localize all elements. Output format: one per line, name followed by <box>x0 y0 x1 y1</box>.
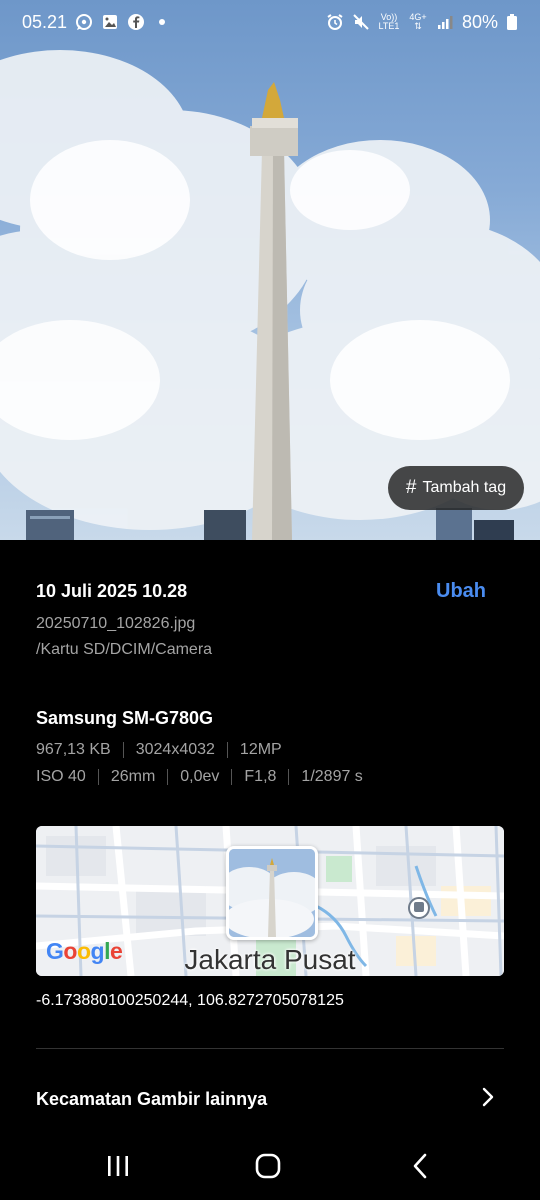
gps-coordinates: -6.173880100250244, 106.8272705078125 <box>36 992 344 1009</box>
signal-icon <box>436 13 454 31</box>
file-path: /Kartu SD/DCIM/Camera <box>36 641 213 658</box>
back-button[interactable] <box>400 1146 440 1186</box>
home-button[interactable] <box>248 1146 288 1186</box>
specs-row-size: 967,13 KB 3024x4032 12MP <box>36 741 504 759</box>
recent-apps-button[interactable] <box>98 1146 138 1186</box>
divider <box>231 769 233 785</box>
photo-datetime: 10 Juli 2025 10.28 <box>36 581 188 601</box>
section-divider <box>36 1048 504 1049</box>
dot-icon <box>153 13 171 31</box>
photo-location-thumbnail[interactable] <box>226 846 318 940</box>
focal-length: 26mm <box>110 768 156 785</box>
divider <box>97 769 99 785</box>
aperture: F1,8 <box>244 768 277 785</box>
4g-icon: 4G+ ⇅ <box>408 13 428 31</box>
recent-apps-icon <box>108 1156 128 1176</box>
megapixels: 12MP <box>239 741 282 758</box>
exposure-value: 0,0ev <box>180 768 220 785</box>
specs-row-exposure: ISO 40 26mm 0,0ev F1,8 1/2897 s <box>36 768 504 786</box>
device-name: Samsung SM-G780G <box>36 708 214 728</box>
file-size: 967,13 KB <box>36 741 111 758</box>
divider <box>288 769 290 785</box>
shutter-speed: 1/2897 s <box>301 768 363 785</box>
hashtag-icon: # <box>405 477 417 498</box>
more-from-location-label: Kecamatan Gambir lainnya <box>36 1088 268 1109</box>
divider <box>226 742 228 758</box>
data-arrows: ⇅ <box>414 21 422 31</box>
add-tag-label: Tambah tag <box>422 479 507 496</box>
battery-percent: 80% <box>461 11 498 32</box>
whatsapp-icon <box>75 13 93 31</box>
alarm-icon <box>326 13 344 31</box>
mute-icon <box>352 13 370 31</box>
battery-icon <box>506 13 518 31</box>
file-name: 20250710_102826.jpg <box>36 615 196 632</box>
navigation-bar <box>0 1130 540 1200</box>
volte-icon: Vo)) LTE1 <box>378 13 400 31</box>
edit-button[interactable]: Ubah <box>436 580 486 603</box>
home-icon <box>255 1153 281 1179</box>
location-map[interactable]: Google Jakarta Pusat <box>36 826 504 976</box>
details-header: 10 Juli 2025 10.28 Ubah 20250710_102826.… <box>36 580 504 659</box>
status-time: 05.21 <box>22 11 68 32</box>
resolution: 3024x4032 <box>135 741 215 758</box>
back-icon <box>413 1153 427 1179</box>
map-place-label: Jakarta Pusat <box>184 944 356 975</box>
add-tag-button[interactable]: # Tambah tag <box>388 466 524 510</box>
divider <box>122 742 124 758</box>
chevron-right-icon <box>480 1087 496 1112</box>
facebook-icon <box>127 13 145 31</box>
more-from-location-button[interactable]: Kecamatan Gambir lainnya <box>36 1082 504 1116</box>
status-bar: 05.21 Vo)) LTE1 4G+ ⇅ 80% <box>0 0 540 44</box>
volte-label-bottom: LTE1 <box>378 21 400 31</box>
photo-view[interactable] <box>0 0 540 540</box>
monument-photo <box>0 50 540 540</box>
iso: ISO 40 <box>36 768 86 785</box>
divider <box>167 769 169 785</box>
gallery-icon <box>101 13 119 31</box>
